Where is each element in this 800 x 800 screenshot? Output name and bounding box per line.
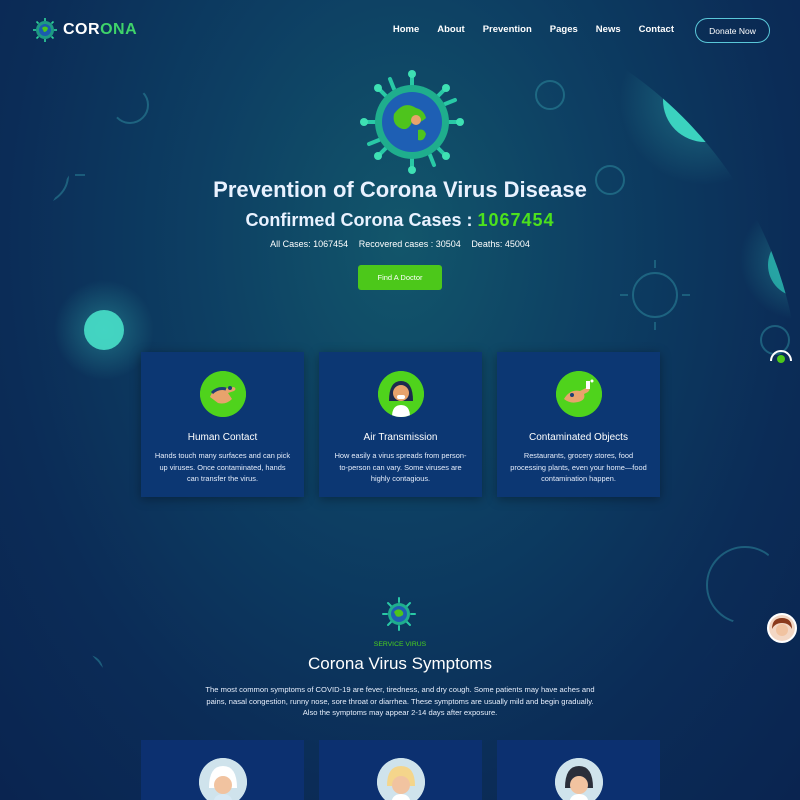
site-logo[interactable]: CORONA <box>32 17 137 43</box>
case-stats: All Cases: 1067454 Recovered cases : 305… <box>0 239 800 249</box>
deaths-stat: Deaths: 45004 <box>471 239 530 249</box>
virus-globe-icon <box>33 18 57 42</box>
symptom-card <box>497 740 660 800</box>
nav-pages[interactable]: Pages <box>550 24 578 35</box>
find-doctor-button[interactable]: Find A Doctor <box>358 265 442 290</box>
spray-hand-icon <box>556 371 602 417</box>
symptom-card <box>141 740 304 800</box>
person-icon <box>378 371 424 417</box>
card-description: Restaurants, grocery stores, food proces… <box>510 451 647 483</box>
confirmed-cases-label: Confirmed Corona Cases : <box>245 210 478 230</box>
card-title: Contaminated Objects <box>529 432 628 443</box>
sick-person-icon <box>555 758 603 800</box>
card-description: Hands touch many surfaces and can pick u… <box>154 451 291 483</box>
support-avatar[interactable] <box>767 613 797 643</box>
virus-globe-icon <box>360 70 464 174</box>
sick-person-icon <box>199 758 247 800</box>
card-human-contact: Human Contact Hands touch many surfaces … <box>141 352 304 497</box>
section-description: The most common symptoms of COVID-19 are… <box>205 685 595 717</box>
logo-text: CORONA <box>63 21 138 38</box>
nav-news[interactable]: News <box>596 24 621 35</box>
card-title: Air Transmission <box>363 432 438 443</box>
virus-globe-icon <box>382 597 416 631</box>
all-cases-stat: All Cases: 1067454 <box>270 239 349 249</box>
symptom-card <box>319 740 482 800</box>
section-title: Corona Virus Symptoms <box>308 654 492 673</box>
site-header: CORONA Home About Prevention Pages News … <box>0 0 800 62</box>
card-contaminated-objects: Contaminated Objects Restaurants, grocer… <box>497 352 660 497</box>
nav-about[interactable]: About <box>437 24 464 35</box>
scroll-control-icon[interactable] <box>767 345 795 365</box>
hero-title: Prevention of Corona Virus Disease <box>213 177 587 202</box>
person-icon <box>769 615 795 641</box>
nav-home[interactable]: Home <box>393 24 419 35</box>
recovered-stat: Recovered cases : 30504 <box>358 239 461 249</box>
nav-prevention[interactable]: Prevention <box>483 24 532 35</box>
card-description: How easily a virus spreads from person-t… <box>334 451 467 483</box>
donate-button[interactable]: Donate Now <box>695 18 770 43</box>
main-nav: Home About Prevention Pages News Contact <box>393 24 674 35</box>
card-title: Human Contact <box>187 432 258 443</box>
confirmed-cases-heading: Confirmed Corona Cases : 1067454 <box>0 210 800 231</box>
confirmed-cases-value: 1067454 <box>477 210 555 230</box>
sick-person-icon <box>377 758 425 800</box>
hand-icon <box>200 371 246 417</box>
card-air-transmission: Air Transmission How easily a virus spre… <box>319 352 482 497</box>
section-subtitle: SERVICE VIRUS <box>373 641 427 648</box>
nav-contact[interactable]: Contact <box>639 24 674 35</box>
